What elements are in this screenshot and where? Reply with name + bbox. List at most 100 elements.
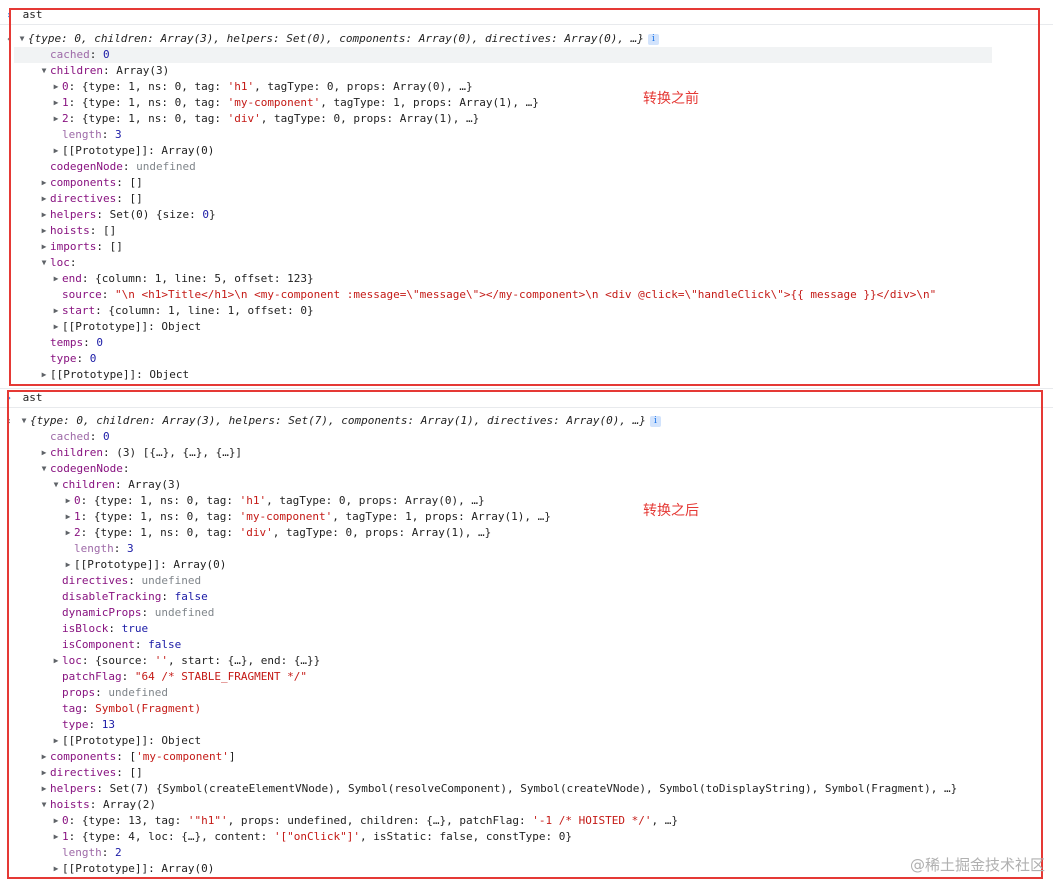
tree-row[interactable]: ▼ loc: [38,255,77,271]
tree-row[interactable]: ▶ directives: [] [38,765,143,781]
collapse-triangle-icon[interactable]: ▼ [38,255,50,271]
property-value: , tagType: 1, props: Array(1), …} [320,96,539,109]
tree-row[interactable]: ▶ 2: {type: 1, ns: 0, tag: 'div', tagType… [62,525,492,541]
console-command: ast [22,8,43,21]
expand-triangle-icon[interactable]: ▶ [38,445,50,461]
tree-row[interactable]: ▶ start: {column: 1, line: 1, offset: 0} [50,303,314,319]
tree-row[interactable]: ▶ helpers: Set(0) {size: 0} [38,207,216,223]
tree-row: cached: 0 [38,47,110,63]
property-key: directives [50,766,117,779]
property-value: : [101,846,115,859]
property-value: } [208,208,216,221]
expand-triangle-icon[interactable]: ▶ [50,111,62,127]
expand-triangle-icon[interactable]: ▶ [50,861,62,877]
expand-triangle-icon[interactable]: ▶ [50,829,62,845]
tree-row[interactable]: ▶ 0: {type: 1, ns: 0, tag: 'h1', tagType:… [50,79,473,95]
expand-triangle-icon[interactable]: ▶ [50,813,62,829]
tree-row[interactable]: ▶ end: {column: 1, line: 5, offset: 123} [50,271,314,287]
tree-row: length: 3 [50,127,122,143]
property-value: 'div' [227,112,261,125]
tree-row: tag: Symbol(Fragment) [50,701,201,717]
tree-row[interactable]: ▶ [[Prototype]]: Object [50,319,202,335]
console-command: ast [22,391,43,404]
tree-row[interactable]: ▶ components: [] [38,175,143,191]
collapse-triangle-icon[interactable]: ▼ [38,63,50,79]
expand-triangle-icon[interactable]: ▶ [50,143,62,159]
tree-row[interactable]: ▶ 1: {type: 4, loc: {…}, content: '["onCl… [50,829,572,845]
expand-triangle-icon[interactable]: ▶ [62,509,74,525]
tree-row[interactable]: ▶ 0: {type: 1, ns: 0, tag: 'h1', tagType:… [62,493,485,509]
property-value: : [] [116,192,143,205]
tree-row[interactable]: ▶ [[Prototype]]: Object [50,733,202,749]
property-value: : [88,718,102,731]
object-summary: {type: 0, children: Array(3), helpers: S… [30,414,646,427]
collapse-triangle-icon[interactable]: ▼ [38,461,50,477]
property-value: 'h1' [239,494,267,507]
property-key: 1 [74,510,81,523]
tree-row[interactable]: ▶ imports: [] [38,239,123,255]
tree-row[interactable]: ▶ 0: {type: 13, tag: '"h1"', props: undef… [50,813,678,829]
tree-row: length: 3 [62,541,134,557]
tree-row[interactable]: ▶ directives: [] [38,191,143,207]
expand-triangle-icon[interactable]: ▶ [50,303,62,319]
collapse-triangle-icon[interactable]: ▼ [38,797,50,813]
tree-row[interactable]: ▶ children: (3) [{…}, {…}, {…}] [38,445,242,461]
tree-row[interactable]: ▶ helpers: Set(7) {Symbol(createElementVN… [38,781,958,797]
expand-triangle-icon[interactable]: ▶ [38,223,50,239]
tree-row[interactable]: ▶ [[Prototype]]: Array(0) [50,143,215,159]
expand-triangle-icon[interactable]: ▶ [38,239,50,255]
expand-triangle-icon[interactable]: ▶ [62,557,74,573]
expand-triangle-icon[interactable]: ▶ [38,749,50,765]
tree-row[interactable]: ▶ loc: {source: '', start: {…}, end: {…}} [50,653,321,669]
property-value: : [ [116,750,137,763]
property-key: components [50,750,117,763]
expand-triangle-icon[interactable]: ▶ [50,271,62,287]
tree-row[interactable]: ▶ [[Prototype]]: Array(0) [62,557,227,573]
expand-triangle-icon[interactable]: ▶ [38,207,50,223]
property-value: : [141,606,155,619]
object-summary-row-2[interactable]: ‹ ▼ {type: 0, children: Array(3), helpers:… [0,413,661,429]
expand-triangle-icon[interactable]: ▶ [38,765,50,781]
expand-triangle-icon[interactable]: ▼ [16,31,28,47]
property-value: 'div' [239,526,273,539]
tree-row[interactable]: ▶ [[Prototype]]: Array(0) [50,861,215,877]
tree-row[interactable]: ▶ 1: {type: 1, ns: 0, tag: 'my-component'… [50,95,539,111]
expand-triangle-icon[interactable]: ▶ [38,175,50,191]
expand-triangle-icon[interactable]: ▶ [62,493,74,509]
expand-triangle-icon[interactable]: ▶ [38,367,50,383]
tree-row: type: 0 [38,351,96,367]
tree-row[interactable]: ▶ 1: {type: 1, ns: 0, tag: 'my-component'… [62,509,551,525]
console-input-row-2[interactable]: › ast [0,389,1053,408]
tree-row[interactable]: ▼ children: Array(3) [50,477,182,493]
property-key: [[Prototype]]: Array(0) [62,144,215,157]
info-icon[interactable]: i [649,415,661,427]
info-icon[interactable]: i [647,33,659,45]
tree-row[interactable]: ▼ codegenNode: [38,461,130,477]
tree-row[interactable]: ▶ 2: {type: 1, ns: 0, tag: 'div', tagType… [50,111,480,127]
console-input-row-1[interactable]: › ast [0,6,1053,25]
property-key: isBlock [62,622,109,635]
tree-row[interactable]: ▶ [[Prototype]]: Object [38,367,190,383]
property-value: : [101,128,115,141]
collapse-triangle-icon[interactable]: ▼ [50,477,62,493]
expand-triangle-icon[interactable]: ▶ [50,319,62,335]
result-arrow-icon: ‹ [6,416,13,427]
tree-row[interactable]: ▼ hoists: Array(2) [38,797,156,813]
expand-triangle-icon[interactable]: ▶ [50,79,62,95]
expand-triangle-icon[interactable]: ▶ [50,653,62,669]
expand-triangle-icon[interactable]: ▼ [18,413,30,429]
property-value: : {type: 13, tag: [68,814,188,827]
tree-row[interactable]: ▶ components: ['my-component'] [38,749,236,765]
expand-triangle-icon[interactable]: ▶ [62,525,74,541]
property-value: : Array(3) [102,64,170,77]
expand-triangle-icon[interactable]: ▶ [50,733,62,749]
property-key: hoists [50,798,90,811]
expand-triangle-icon[interactable]: ▶ [50,95,62,111]
tree-row[interactable]: ▶ hoists: [] [38,223,117,239]
tree-row[interactable]: ▼ children: Array(3) [38,63,170,79]
object-summary-row-1[interactable]: ‹ ▼ {type: 0, children: Array(3), helpers:… [0,31,659,47]
property-value: : [89,48,103,61]
tree-row: source: "\n <h1>Title</h1>\n <my-compone… [50,287,936,303]
expand-triangle-icon[interactable]: ▶ [38,191,50,207]
expand-triangle-icon[interactable]: ▶ [38,781,50,797]
